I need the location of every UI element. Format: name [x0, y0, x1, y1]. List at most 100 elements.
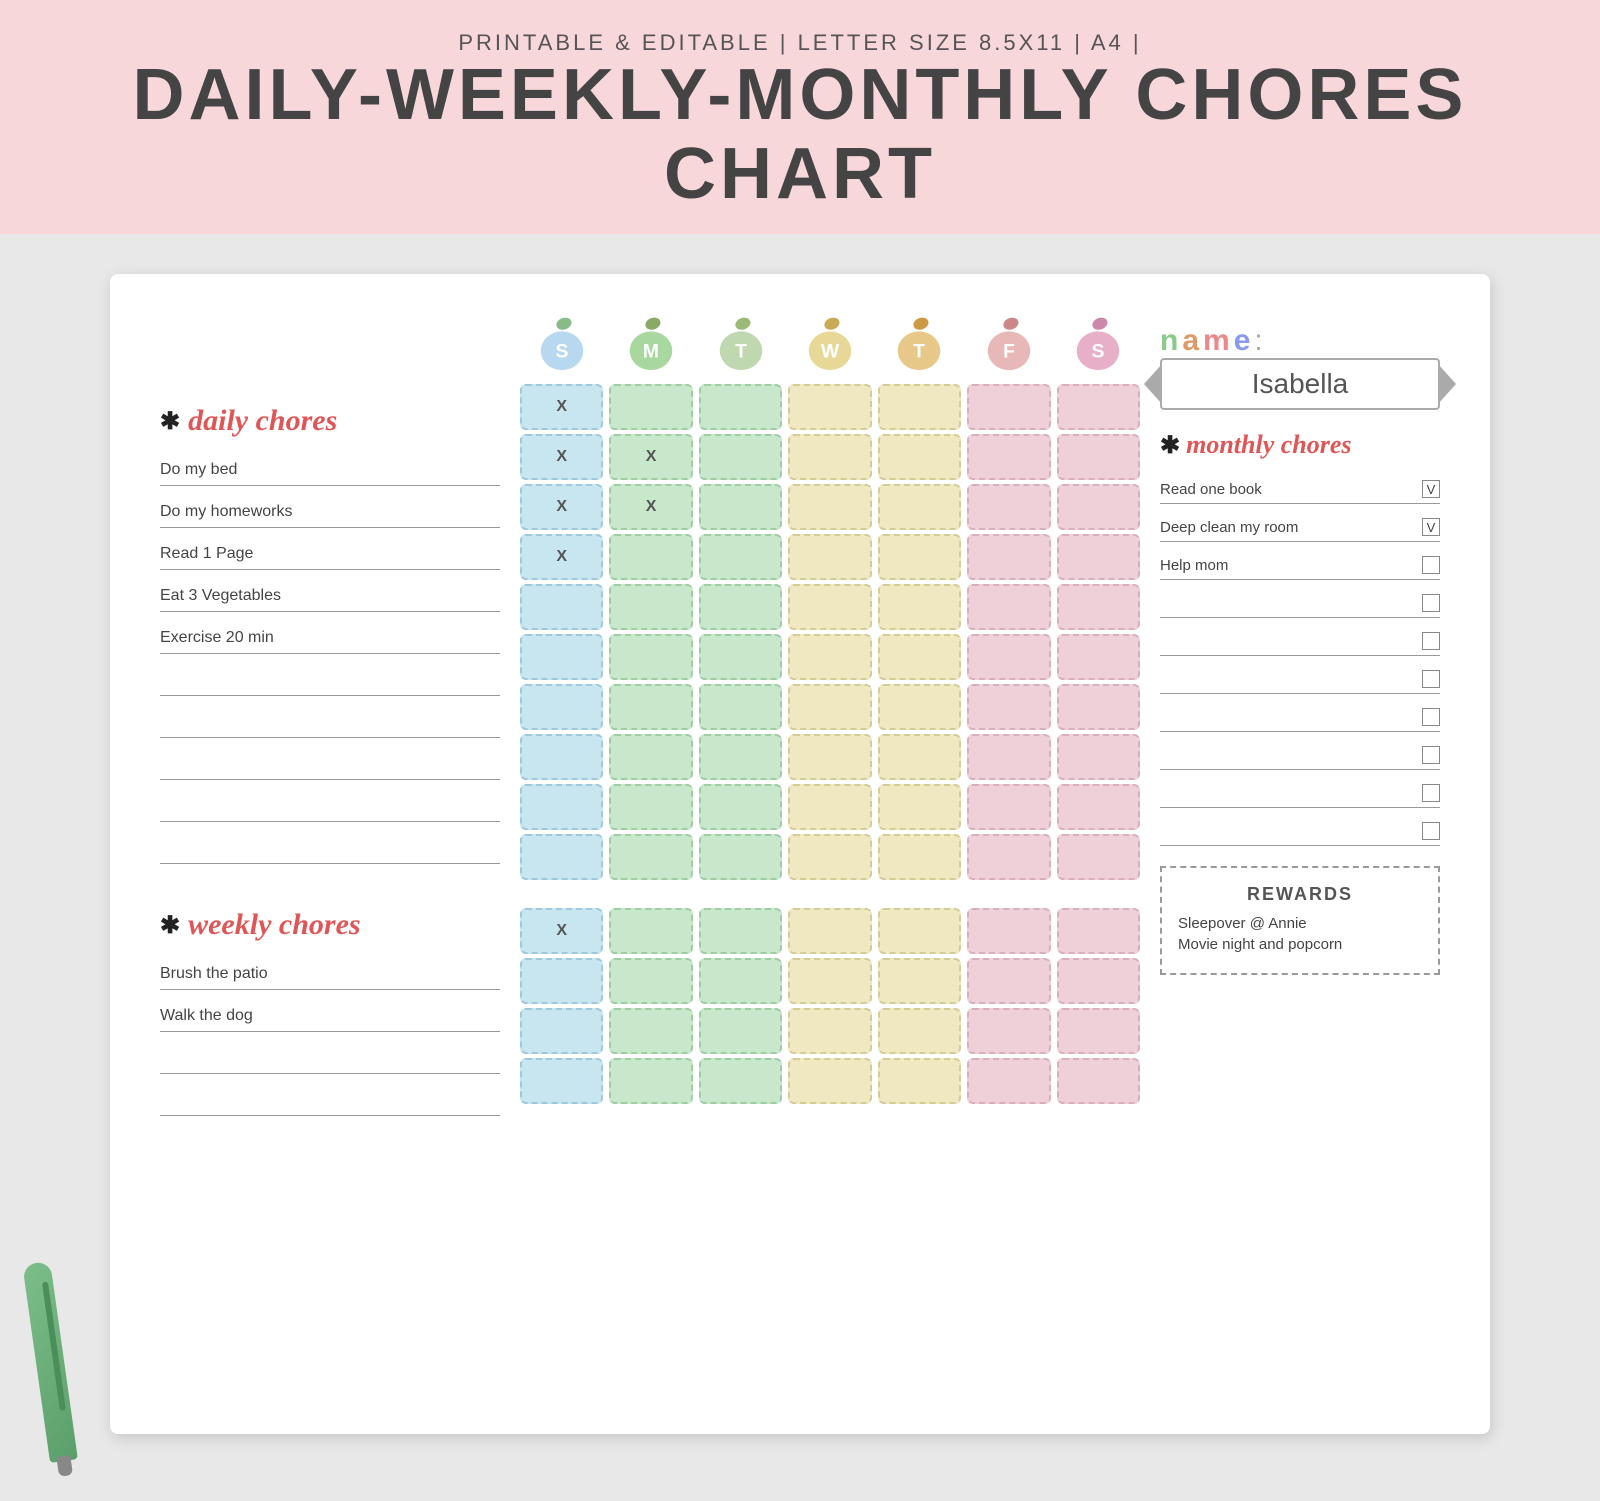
monthly-chore-checkbox[interactable] — [1422, 822, 1440, 840]
grid-cell[interactable]: X — [520, 534, 603, 580]
grid-cell[interactable] — [609, 834, 692, 880]
grid-cell[interactable] — [788, 958, 871, 1004]
grid-cell[interactable] — [520, 784, 603, 830]
grid-cell[interactable] — [878, 1058, 961, 1104]
grid-cell[interactable] — [878, 784, 961, 830]
grid-cell[interactable] — [967, 634, 1050, 680]
grid-cell[interactable] — [609, 1058, 692, 1104]
grid-cell[interactable]: X — [520, 908, 603, 954]
monthly-chore-checkbox[interactable] — [1422, 632, 1440, 650]
grid-cell[interactable] — [609, 584, 692, 630]
grid-cell[interactable] — [1057, 734, 1140, 780]
grid-cell[interactable] — [788, 634, 871, 680]
grid-cell[interactable] — [878, 684, 961, 730]
grid-cell[interactable] — [788, 734, 871, 780]
grid-cell[interactable] — [699, 584, 782, 630]
grid-cell[interactable] — [967, 784, 1050, 830]
grid-cell[interactable] — [1057, 1008, 1140, 1054]
grid-cell[interactable] — [1057, 384, 1140, 430]
monthly-chore-checkbox[interactable] — [1422, 594, 1440, 612]
grid-cell[interactable]: X — [520, 384, 603, 430]
grid-cell[interactable] — [699, 634, 782, 680]
grid-cell[interactable] — [878, 384, 961, 430]
grid-cell[interactable] — [699, 484, 782, 530]
grid-cell[interactable] — [967, 1058, 1050, 1104]
grid-cell[interactable] — [520, 634, 603, 680]
grid-cell[interactable] — [609, 634, 692, 680]
grid-cell[interactable] — [1057, 834, 1140, 880]
grid-cell[interactable] — [878, 1008, 961, 1054]
grid-cell[interactable] — [1057, 908, 1140, 954]
grid-cell[interactable] — [699, 908, 782, 954]
grid-cell[interactable] — [699, 534, 782, 580]
grid-cell[interactable] — [609, 384, 692, 430]
grid-cell[interactable] — [967, 434, 1050, 480]
grid-cell[interactable] — [788, 584, 871, 630]
grid-cell[interactable] — [1057, 1058, 1140, 1104]
grid-cell[interactable] — [609, 534, 692, 580]
grid-cell[interactable] — [878, 534, 961, 580]
monthly-chore-checkbox[interactable]: V — [1422, 480, 1440, 498]
grid-cell[interactable] — [788, 434, 871, 480]
grid-cell[interactable] — [878, 634, 961, 680]
grid-cell[interactable] — [699, 834, 782, 880]
grid-cell[interactable] — [699, 734, 782, 780]
grid-cell[interactable] — [967, 684, 1050, 730]
grid-cell[interactable] — [609, 734, 692, 780]
grid-cell[interactable] — [699, 434, 782, 480]
monthly-chore-checkbox[interactable] — [1422, 708, 1440, 726]
grid-cell[interactable] — [878, 958, 961, 1004]
grid-cell[interactable] — [699, 684, 782, 730]
grid-cell[interactable] — [788, 834, 871, 880]
grid-cell[interactable] — [1057, 958, 1140, 1004]
grid-cell[interactable] — [967, 958, 1050, 1004]
grid-cell[interactable] — [788, 384, 871, 430]
grid-cell[interactable] — [520, 834, 603, 880]
grid-cell[interactable]: X — [609, 434, 692, 480]
grid-cell[interactable] — [878, 908, 961, 954]
grid-cell[interactable] — [788, 908, 871, 954]
grid-cell[interactable] — [520, 734, 603, 780]
grid-cell[interactable] — [1057, 534, 1140, 580]
grid-cell[interactable] — [1057, 634, 1140, 680]
grid-cell[interactable] — [788, 484, 871, 530]
grid-cell[interactable] — [1057, 584, 1140, 630]
grid-cell[interactable] — [878, 734, 961, 780]
grid-cell[interactable] — [1057, 434, 1140, 480]
grid-cell[interactable] — [967, 384, 1050, 430]
grid-cell[interactable] — [967, 534, 1050, 580]
grid-cell[interactable] — [609, 908, 692, 954]
grid-cell[interactable] — [1057, 484, 1140, 530]
grid-cell[interactable] — [788, 684, 871, 730]
grid-cell[interactable] — [699, 784, 782, 830]
grid-cell[interactable] — [967, 834, 1050, 880]
grid-cell[interactable] — [878, 434, 961, 480]
grid-cell[interactable] — [967, 484, 1050, 530]
grid-cell[interactable] — [967, 734, 1050, 780]
grid-cell[interactable] — [967, 908, 1050, 954]
monthly-chore-checkbox[interactable] — [1422, 556, 1440, 574]
grid-cell[interactable]: X — [520, 434, 603, 480]
grid-cell[interactable] — [878, 484, 961, 530]
grid-cell[interactable] — [609, 784, 692, 830]
grid-cell[interactable] — [520, 684, 603, 730]
grid-cell[interactable] — [609, 958, 692, 1004]
grid-cell[interactable] — [1057, 784, 1140, 830]
monthly-chore-checkbox[interactable] — [1422, 670, 1440, 688]
grid-cell[interactable] — [699, 384, 782, 430]
grid-cell[interactable] — [788, 1058, 871, 1104]
grid-cell[interactable] — [788, 1008, 871, 1054]
grid-cell[interactable] — [967, 1008, 1050, 1054]
grid-cell[interactable] — [520, 584, 603, 630]
monthly-chore-checkbox[interactable]: V — [1422, 518, 1440, 536]
grid-cell[interactable] — [878, 834, 961, 880]
monthly-chore-checkbox[interactable] — [1422, 746, 1440, 764]
grid-cell[interactable] — [520, 1008, 603, 1054]
grid-cell[interactable] — [967, 584, 1050, 630]
grid-cell[interactable] — [520, 958, 603, 1004]
grid-cell[interactable] — [788, 534, 871, 580]
grid-cell[interactable] — [699, 1008, 782, 1054]
grid-cell[interactable] — [609, 684, 692, 730]
grid-cell[interactable] — [520, 1058, 603, 1104]
grid-cell[interactable] — [699, 958, 782, 1004]
